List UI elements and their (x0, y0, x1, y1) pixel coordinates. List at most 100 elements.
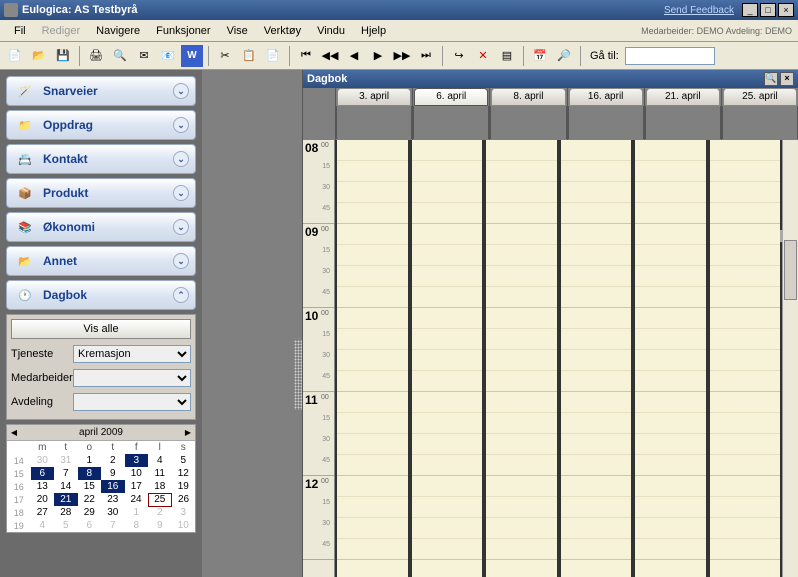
new-button[interactable]: 📄 (4, 45, 26, 67)
calendar-day[interactable]: 4 (148, 454, 172, 467)
date-tab[interactable]: 25. april (723, 88, 797, 106)
date-tab[interactable]: 3. april (337, 88, 411, 106)
calendar-day[interactable]: 21 (54, 493, 78, 506)
calendar-day[interactable]: 24 (125, 493, 149, 506)
calendar-day[interactable]: 30 (101, 506, 125, 519)
check-button[interactable]: ↪ (448, 45, 470, 67)
nav-dagbok[interactable]: 🕐 Dagbok ⌃ (6, 280, 196, 310)
calendar-day[interactable]: 13 (31, 480, 55, 493)
calendar-day[interactable]: 9 (101, 467, 125, 480)
calendar-button[interactable]: 📅 (529, 45, 551, 67)
maximize-button[interactable]: □ (760, 3, 776, 17)
calendar-day[interactable]: 17 (125, 480, 149, 493)
nav-produkt[interactable]: 📦 Produkt ⌄ (6, 178, 196, 208)
calendar-day[interactable]: 14 (54, 480, 78, 493)
back-button[interactable]: ◀ (343, 45, 365, 67)
vertical-scrollbar[interactable] (782, 140, 798, 577)
preview-button[interactable]: 🔍 (109, 45, 131, 67)
open-button[interactable]: 📂 (28, 45, 50, 67)
date-tab[interactable]: 8. april (491, 88, 565, 106)
prev-month-button[interactable]: ◀ (7, 428, 21, 437)
calendar-day[interactable]: 15 (78, 480, 102, 493)
next-button[interactable]: ▶▶ (391, 45, 413, 67)
calendar-day[interactable]: 31 (54, 454, 78, 467)
nav-kontakt[interactable]: 📇 Kontakt ⌄ (6, 144, 196, 174)
calendar-day[interactable]: 7 (101, 519, 125, 532)
cut-button[interactable]: ✂ (214, 45, 236, 67)
date-tab[interactable]: 21. april (646, 88, 720, 106)
find-button[interactable]: 🔎 (553, 45, 575, 67)
calendar-day[interactable]: 12 (172, 467, 196, 480)
prev-button[interactable]: ◀◀ (319, 45, 341, 67)
date-tab[interactable]: 16. april (569, 88, 643, 106)
goto-input[interactable] (625, 47, 715, 65)
calendar-day[interactable]: 22 (78, 493, 102, 506)
allday-area[interactable] (568, 106, 644, 139)
calendar-day[interactable]: 18 (148, 480, 172, 493)
calendar-day[interactable]: 4 (31, 519, 55, 532)
form-button[interactable]: ▤ (496, 45, 518, 67)
mail-button[interactable]: ✉ (133, 45, 155, 67)
word-button[interactable]: W (181, 45, 203, 67)
calendar-day[interactable]: 6 (31, 467, 55, 480)
calendar-day[interactable]: 26 (172, 493, 196, 506)
print-button[interactable]: 🖨 (85, 45, 107, 67)
calendar-day[interactable]: 9 (148, 519, 172, 532)
minimize-button[interactable]: _ (742, 3, 758, 17)
calendar-day[interactable]: 2 (148, 506, 172, 519)
day-column[interactable] (708, 140, 783, 577)
calendar-day[interactable]: 10 (172, 519, 196, 532)
date-tab[interactable]: 6. april (414, 88, 488, 106)
day-column[interactable] (335, 140, 410, 577)
calendar-day[interactable]: 23 (101, 493, 125, 506)
day-column[interactable] (484, 140, 559, 577)
search-button[interactable]: 🔍 (764, 72, 778, 86)
calendar-day[interactable]: 30 (31, 454, 55, 467)
allday-area[interactable] (336, 106, 412, 139)
nav-snarveier[interactable]: 🪄 Snarveier ⌄ (6, 76, 196, 106)
day-column[interactable] (633, 140, 708, 577)
send-feedback-link[interactable]: Send Feedback (664, 5, 734, 16)
copy-button[interactable]: 📋 (238, 45, 260, 67)
nav-okonomi[interactable]: 📚 Økonomi ⌄ (6, 212, 196, 242)
calendar-day[interactable]: 10 (125, 467, 149, 480)
calendar-day[interactable]: 8 (78, 467, 102, 480)
paste-button[interactable]: 📄 (262, 45, 284, 67)
calendar-day[interactable]: 16 (101, 480, 125, 493)
avdeling-select[interactable] (73, 393, 191, 411)
calendar-day[interactable]: 8 (125, 519, 149, 532)
fwd-button[interactable]: ▶ (367, 45, 389, 67)
day-column[interactable] (559, 140, 634, 577)
menu-vindu[interactable]: Vindu (309, 22, 353, 40)
calendar-day[interactable]: 19 (172, 480, 196, 493)
calendar-day[interactable]: 11 (148, 467, 172, 480)
menu-vise[interactable]: Vise (219, 22, 256, 40)
save-button[interactable]: 💾 (52, 45, 74, 67)
menu-verktoy[interactable]: Verktøy (256, 22, 309, 40)
calendar-day[interactable]: 5 (172, 454, 196, 467)
calendar-day[interactable]: 5 (54, 519, 78, 532)
allday-area[interactable] (413, 106, 489, 139)
close-button[interactable]: × (778, 3, 794, 17)
tjeneste-select[interactable]: Kremasjon (73, 345, 191, 363)
allday-area[interactable] (722, 106, 798, 139)
day-column[interactable] (410, 140, 485, 577)
calendar-day[interactable]: 27 (31, 506, 55, 519)
calendar-day[interactable]: 6 (78, 519, 102, 532)
scrollbar-thumb[interactable] (784, 240, 797, 300)
calendar-day[interactable]: 1 (78, 454, 102, 467)
calendar-day[interactable]: 2 (101, 454, 125, 467)
calendar-day[interactable]: 3 (172, 506, 196, 519)
next-month-button[interactable]: ▶ (181, 428, 195, 437)
first-button[interactable]: ⏮ (295, 45, 317, 67)
menu-rediger[interactable]: Rediger (34, 22, 89, 40)
vis-alle-button[interactable]: Vis alle (11, 319, 191, 339)
calendar-day[interactable]: 1 (125, 506, 149, 519)
last-button[interactable]: ⏭ (415, 45, 437, 67)
calendar-day[interactable]: 29 (78, 506, 102, 519)
calendar-day[interactable]: 28 (54, 506, 78, 519)
calendar-day[interactable]: 3 (125, 454, 149, 467)
splitter[interactable] (202, 70, 302, 577)
menu-hjelp[interactable]: Hjelp (353, 22, 394, 40)
allday-area[interactable] (645, 106, 721, 139)
